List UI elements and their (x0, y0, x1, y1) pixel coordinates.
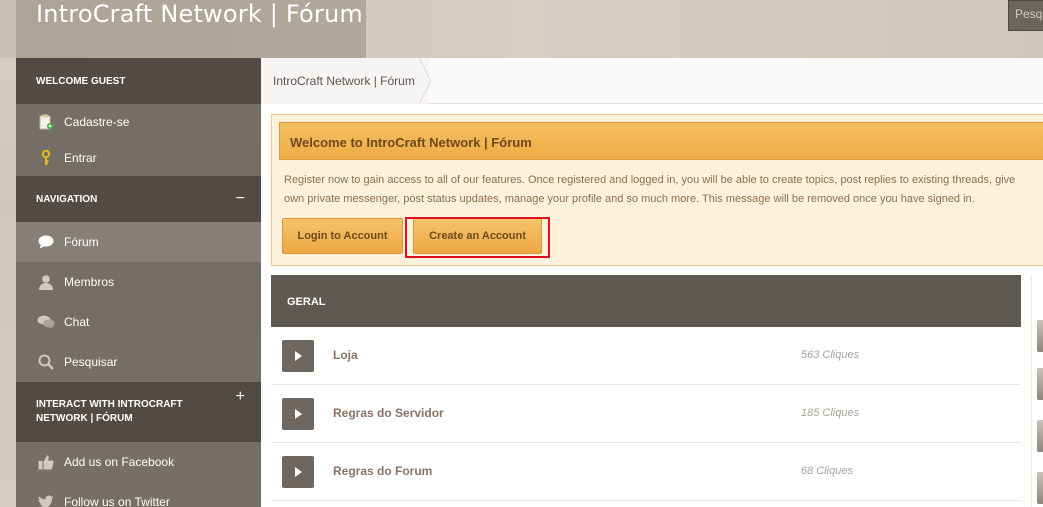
welcome-notice-title: Welcome to IntroCraft Network | Fórum (279, 122, 1043, 160)
category-header: GERAL (271, 275, 1021, 327)
welcome-notice-text: Register now to gain access to all of ou… (284, 171, 1043, 209)
sidebar-item-label: Fórum (64, 235, 99, 249)
sidebar-item-membros[interactable]: Membros (16, 262, 261, 302)
expand-arrow-icon[interactable] (282, 340, 314, 372)
collapse-icon[interactable]: − (236, 190, 245, 208)
site-title[interactable]: IntroCraft Network | Fórum (36, 0, 363, 28)
navigation-label: NAVIGATION (36, 193, 98, 205)
sidebar-item-forum[interactable]: Fórum (16, 222, 261, 262)
interact-label: INTERACT WITH INTROCRAFT NETWORK | FÓRUM (36, 399, 183, 424)
forum-clicks: 563 Cliques (801, 349, 860, 361)
avatar[interactable] (1037, 472, 1043, 504)
search-input[interactable]: Pesquisar (1008, 0, 1043, 31)
sidebar-item-label: Membros (64, 275, 115, 289)
avatar[interactable] (1037, 320, 1043, 352)
forum-name[interactable]: Regras do Forum (333, 464, 432, 478)
sidebar-item-label: Follow us on Twitter (64, 495, 170, 507)
expand-icon[interactable]: + (236, 389, 245, 405)
forum-name[interactable]: Regras do Servidor (333, 406, 444, 420)
login-button[interactable]: Login to Account (282, 218, 403, 254)
top-header: IntroCraft Network | Fórum Pesquisar (0, 0, 1043, 58)
sidebar-item-chat[interactable]: Chat (16, 302, 261, 342)
forum-row-loja[interactable]: Loja 563 Cliques (271, 327, 1021, 385)
key-icon (36, 150, 56, 166)
breadcrumb-separator (419, 58, 432, 104)
welcome-guest-heading: WELCOME GUEST (16, 58, 261, 104)
clipboard-add-icon (36, 114, 56, 130)
speech-bubble-icon (36, 234, 56, 250)
sidebar-item-facebook[interactable]: Add us on Facebook (16, 442, 261, 482)
sidebar-item-cadastre-se[interactable]: Cadastre-se (16, 104, 261, 140)
welcome-text-line1: Register now to gain access to all of ou… (284, 174, 1016, 186)
forum-row-regras-forum[interactable]: Regras do Forum 68 Cliques (271, 443, 1021, 501)
sidebar-item-twitter[interactable]: Follow us on Twitter (16, 482, 261, 507)
forum-clicks: 68 Cliques (801, 465, 853, 477)
expand-arrow-icon[interactable] (282, 398, 314, 430)
sidebar-item-label: Pesquisar (64, 355, 118, 369)
interact-heading[interactable]: INTERACT WITH INTROCRAFT NETWORK | FÓRUM… (16, 382, 261, 442)
sidebar-item-label: Chat (64, 315, 90, 329)
twitter-bird-icon (36, 494, 56, 507)
avatar[interactable] (1037, 368, 1043, 400)
sidebar: WELCOME GUEST Cadastre-se Entrar NAVIGAT… (16, 58, 261, 507)
highlight-box (405, 217, 550, 258)
sidebar-item-entrar[interactable]: Entrar (16, 140, 261, 176)
forum-row-regras-servidor[interactable]: Regras do Servidor 185 Cliques (271, 385, 1021, 443)
welcome-text-line2: own private messenger, post status updat… (284, 193, 975, 205)
sidebar-item-pesquisar[interactable]: Pesquisar (16, 342, 261, 382)
main-content: IntroCraft Network | Fórum Welcome to In… (261, 58, 1043, 507)
forum-clicks: 185 Cliques (801, 407, 860, 419)
forum-name[interactable]: Loja (333, 348, 358, 362)
expand-arrow-icon[interactable] (282, 456, 314, 488)
welcome-guest-label: WELCOME GUEST (36, 75, 126, 87)
breadcrumb: IntroCraft Network | Fórum (261, 58, 1043, 104)
sidebar-item-label: Add us on Facebook (64, 455, 175, 469)
chat-bubbles-icon (36, 314, 56, 330)
avatar[interactable] (1037, 420, 1043, 452)
user-icon (36, 274, 56, 290)
sidebar-item-label: Entrar (64, 151, 97, 165)
thumbs-up-icon (36, 454, 56, 470)
sidebar-item-label: Cadastre-se (64, 115, 130, 129)
breadcrumb-item-home[interactable]: IntroCraft Network | Fórum (261, 58, 429, 104)
navigation-heading[interactable]: NAVIGATION − (16, 176, 261, 222)
search-icon (36, 354, 56, 370)
